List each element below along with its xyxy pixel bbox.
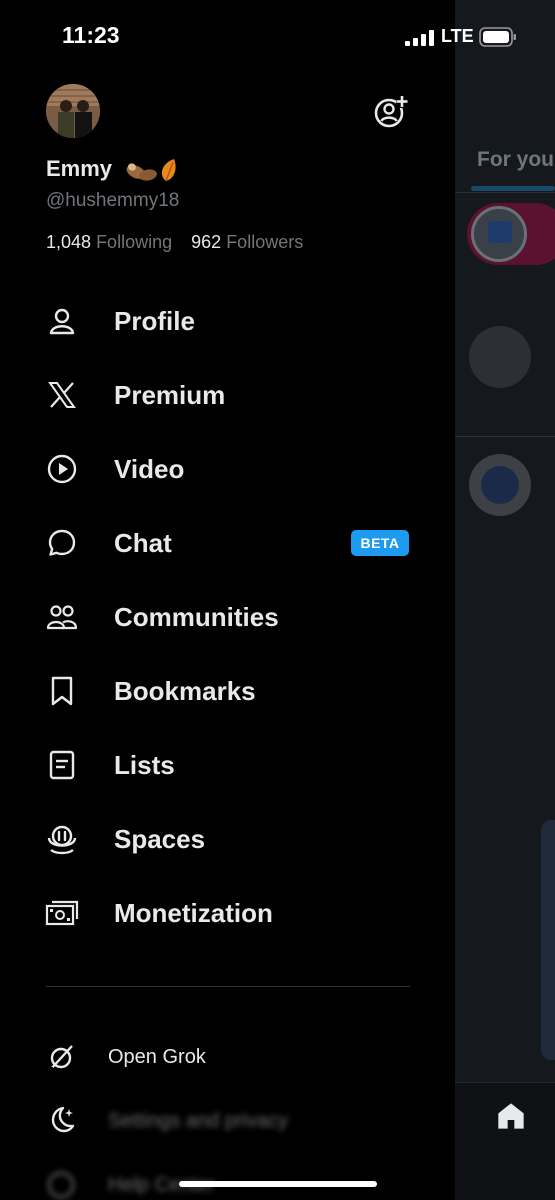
network-type: LTE (441, 26, 474, 46)
chat-bubble-icon (44, 525, 80, 561)
menu-item-video[interactable]: Video (0, 433, 455, 505)
menu-item-label: Monetization (114, 897, 273, 928)
tab-underline (471, 186, 555, 191)
x-logo-icon (44, 377, 80, 413)
status-time: 11:23 (62, 22, 120, 48)
menu-item-lists[interactable]: Lists (0, 729, 455, 801)
display-name-text: Emmy (46, 155, 113, 181)
avatar-photo (46, 84, 100, 138)
money-icon (44, 895, 80, 931)
help-center-link[interactable]: Help Center (0, 1158, 455, 1200)
menu-item-label: Lists (114, 749, 175, 780)
post-avatar[interactable] (469, 326, 531, 388)
people-icon (44, 599, 80, 635)
menu-item-label: Communities (114, 601, 279, 632)
divider (455, 192, 555, 193)
menu-item-premium[interactable]: Premium (0, 359, 455, 431)
display-name[interactable]: Emmy (46, 155, 182, 185)
battery-icon (479, 27, 516, 47)
help-icon (44, 1168, 78, 1200)
person-icon (44, 303, 80, 339)
menu-item-label: Bookmarks (114, 675, 256, 706)
menu-item-label: Spaces (114, 823, 206, 854)
divider (455, 436, 555, 437)
menu-item-profile[interactable]: Profile (0, 285, 455, 357)
followers-count: 962 (191, 232, 222, 252)
beta-badge: BETA (351, 530, 409, 556)
post-media[interactable] (541, 820, 555, 1060)
settings-and-privacy-link[interactable]: Settings and privacy (0, 1094, 455, 1150)
menu-item-label: Video (114, 453, 185, 484)
follow-stats: 1,048 Following 962 Followers (46, 232, 303, 253)
menu-item-chat[interactable]: Chat BETA (0, 507, 455, 579)
list-icon (44, 747, 80, 783)
post-avatar[interactable] (469, 454, 531, 516)
status-bar: 11:23 LTE (0, 0, 555, 76)
following-label: Following (96, 232, 173, 252)
home-icon[interactable] (495, 1100, 527, 1132)
followers-link[interactable]: 962 Followers (191, 232, 303, 252)
signal-icon (405, 30, 434, 46)
settings-label: Settings and privacy (108, 1110, 289, 1132)
moon-star-icon (44, 1102, 78, 1136)
open-grok-label: Open Grok (108, 1046, 206, 1068)
menu-item-spaces[interactable]: Spaces (0, 803, 455, 875)
side-drawer: Emmy @hushemmy18 1,048 Following 962 Fol… (0, 0, 455, 1200)
play-circle-icon (44, 451, 80, 487)
followers-label: Followers (226, 232, 304, 252)
add-account-icon[interactable] (373, 93, 409, 129)
menu-item-label: Premium (114, 379, 226, 410)
microphone-icon (44, 821, 80, 857)
grok-icon (44, 1041, 78, 1075)
divider (46, 986, 410, 987)
home-indicator[interactable] (179, 1181, 377, 1187)
background-timeline: For you (455, 0, 555, 1200)
menu-item-communities[interactable]: Communities (0, 581, 455, 653)
menu-item-bookmarks[interactable]: Bookmarks (0, 655, 455, 727)
user-handle: @hushemmy18 (46, 190, 180, 211)
menu-item-label: Chat (114, 527, 172, 558)
bookmark-icon (44, 673, 80, 709)
menu-item-monetization[interactable]: Monetization (0, 877, 455, 949)
menu-item-label: Profile (114, 305, 195, 336)
open-grok-link[interactable]: Open Grok (0, 1030, 455, 1086)
tab-for-you[interactable]: For you (477, 148, 554, 172)
avatar[interactable] (46, 84, 100, 138)
following-link[interactable]: 1,048 Following (46, 232, 177, 252)
wood-leaf-emoji-icon (126, 159, 176, 182)
promo-avatar (471, 206, 527, 262)
following-count: 1,048 (46, 232, 92, 252)
